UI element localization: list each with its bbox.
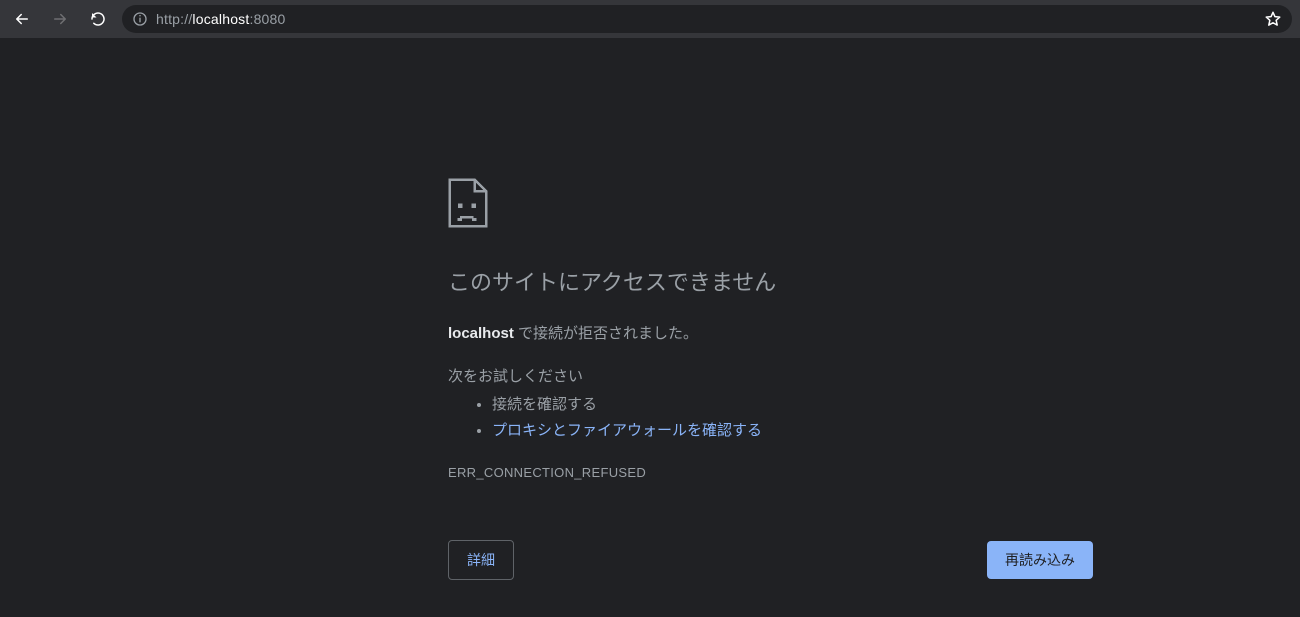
back-button[interactable] <box>8 5 36 33</box>
error-host: localhost <box>448 325 514 342</box>
forward-button[interactable] <box>46 5 74 33</box>
page-content: このサイトにアクセスできません localhost で接続が拒否されました。 次… <box>0 38 1300 617</box>
browser-toolbar: http://localhost:8080 <box>0 0 1300 38</box>
reload-button[interactable] <box>84 5 112 33</box>
reload-page-button[interactable]: 再読み込み <box>987 541 1093 579</box>
reload-icon <box>89 10 107 28</box>
arrow-right-icon <box>51 10 69 28</box>
try-item-check-connection: 接続を確認する <box>492 392 1093 418</box>
try-list: 接続を確認する プロキシとファイアウォールを確認する <box>448 392 1093 443</box>
error-message: localhost で接続が拒否されました。 <box>448 323 1093 346</box>
error-message-rest: で接続が拒否されました。 <box>514 325 698 342</box>
try-item-proxy-firewall: プロキシとファイアウォールを確認する <box>492 418 1093 444</box>
address-bar[interactable]: http://localhost:8080 <box>122 5 1292 33</box>
site-info-icon[interactable] <box>132 11 148 27</box>
bookmark-star-icon[interactable] <box>1264 10 1282 28</box>
button-row: 詳細 再読み込み <box>448 540 1093 580</box>
sad-file-icon <box>448 178 488 228</box>
error-title: このサイトにアクセスできません <box>448 268 1093 299</box>
url-text: http://localhost:8080 <box>156 11 1256 27</box>
error-code: ERR_CONNECTION_REFUSED <box>448 465 1093 480</box>
arrow-left-icon <box>13 10 31 28</box>
details-button[interactable]: 詳細 <box>448 540 514 580</box>
proxy-firewall-link[interactable]: プロキシとファイアウォールを確認する <box>492 422 762 439</box>
try-label: 次をお試しください <box>448 365 1093 386</box>
error-container: このサイトにアクセスできません localhost で接続が拒否されました。 次… <box>448 178 1093 580</box>
